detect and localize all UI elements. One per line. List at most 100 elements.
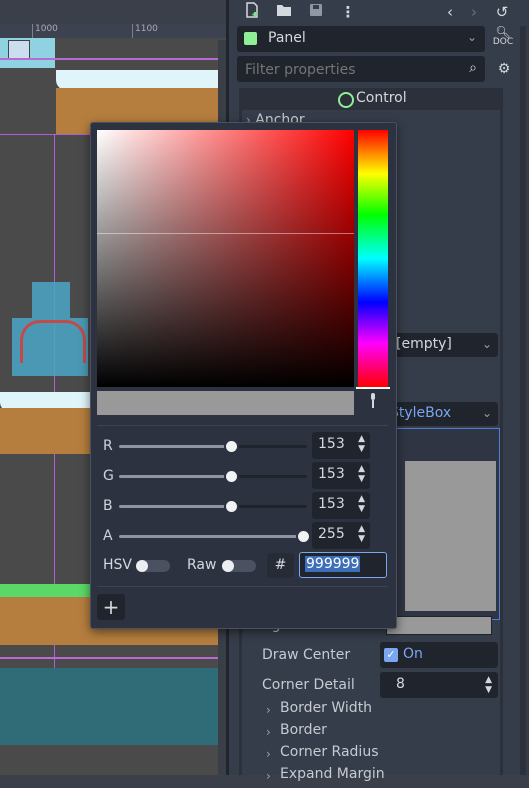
checkbox-checked-icon: ✓ xyxy=(384,648,398,662)
slider-value: 153 xyxy=(318,496,345,512)
more-vertical-icon[interactable]: ⋮ xyxy=(337,2,359,22)
slider-value: 153 xyxy=(318,466,345,482)
chevron-right-icon: › xyxy=(266,769,271,783)
hue-marker xyxy=(356,387,390,389)
slider-spinbox[interactable]: 153 ▲ ▼ xyxy=(312,432,370,459)
open-folder-icon[interactable] xyxy=(273,2,295,22)
slider-value: 153 xyxy=(318,436,345,452)
group-label: Border Width xyxy=(280,700,373,716)
panel-node-icon xyxy=(244,32,257,45)
slider-track[interactable] xyxy=(119,505,307,508)
save-icon[interactable] xyxy=(305,2,327,22)
inspector-scrollbar[interactable] xyxy=(520,26,526,775)
saturation-value-area[interactable] xyxy=(97,130,354,387)
group-border-width[interactable]: › Border Width xyxy=(258,700,494,722)
toggle-knob xyxy=(136,560,148,572)
viewport-top-area xyxy=(0,0,226,24)
add-preset-button[interactable]: + xyxy=(97,594,125,620)
chevron-down-icon: ⌄ xyxy=(466,30,477,44)
section-title: Control xyxy=(356,90,407,106)
ruler-tick xyxy=(132,24,133,38)
slider-track[interactable] xyxy=(119,445,307,448)
resource-picker-empty[interactable]: [empty] ⌄ xyxy=(390,333,498,357)
hex-input[interactable]: 999999 xyxy=(299,552,387,578)
slider-spinbox[interactable]: 255 ▲ ▼ xyxy=(312,522,370,549)
slider-fill xyxy=(119,505,232,508)
divider xyxy=(97,586,388,587)
slider-knob[interactable] xyxy=(224,439,239,454)
slider-fill xyxy=(119,445,232,448)
draw-center-label: Draw Center xyxy=(262,647,351,663)
spin-arrows-icon[interactable]: ▲ ▼ xyxy=(358,434,365,454)
raw-toggle[interactable] xyxy=(222,560,256,572)
filter-properties-input[interactable] xyxy=(243,59,457,81)
slider-knob[interactable] xyxy=(224,469,239,484)
hash-label: # xyxy=(274,557,287,573)
slider-spinbox[interactable]: 153 ▲ ▼ xyxy=(312,462,370,489)
ruler-label-1100: 1100 xyxy=(135,24,158,34)
corner-detail-spinbox[interactable]: 8 ▲ ▼ xyxy=(380,672,498,698)
spin-arrows-icon[interactable]: ▲ ▼ xyxy=(358,494,365,514)
slider-track[interactable] xyxy=(119,535,307,538)
group-label: Border xyxy=(280,722,327,738)
group-corner-radius[interactable]: › Corner Radius xyxy=(258,744,494,766)
water-area xyxy=(0,668,226,745)
bg-color-swatch[interactable] xyxy=(386,616,492,635)
stylebox-value: StyleBox xyxy=(390,405,452,421)
color-picker-popup: R 153 ▲ ▼ G 153 ▲ ▼ B 153 ▲ ▼ A 255 ▲ ▼ HSV Raw # 99999… xyxy=(90,122,397,629)
slider-value: 255 xyxy=(318,526,345,542)
section-control[interactable]: Control xyxy=(242,88,500,110)
corner-detail-label: Corner Detail xyxy=(262,677,355,693)
slider-label: G xyxy=(103,468,114,484)
draw-center-value: On xyxy=(403,646,423,662)
slider-knob[interactable] xyxy=(296,529,311,544)
spin-arrows-icon[interactable]: ▲ ▼ xyxy=(358,464,365,484)
group-expand-margin[interactable]: › Expand Margin xyxy=(258,766,494,788)
spin-arrows-icon[interactable]: ▲ ▼ xyxy=(358,524,365,544)
resource-value: [empty] xyxy=(396,336,452,352)
history-icon[interactable]: ↺ xyxy=(491,2,513,22)
hsv-toggle[interactable] xyxy=(136,560,170,572)
slider-label: R xyxy=(103,438,113,454)
slider-spinbox[interactable]: 153 ▲ ▼ xyxy=(312,492,370,519)
group-border[interactable]: › Border xyxy=(258,722,494,744)
group-label: Corner Radius xyxy=(280,744,379,760)
node-selector[interactable]: Panel ⌄ xyxy=(237,26,485,52)
slider-fill xyxy=(119,535,307,538)
control-node-icon xyxy=(338,92,354,108)
chevron-right-icon: › xyxy=(266,747,271,761)
spin-arrows-icon[interactable]: ▲ ▼ xyxy=(485,675,492,695)
divider xyxy=(97,425,388,426)
slider-track[interactable] xyxy=(119,475,307,478)
chevron-right-icon: › xyxy=(266,725,271,739)
node-icon xyxy=(8,40,30,60)
hue-slider[interactable] xyxy=(358,130,388,387)
raw-label: Raw xyxy=(187,557,217,573)
slider-row-r: R 153 ▲ ▼ xyxy=(91,431,396,459)
group-label: Expand Margin xyxy=(280,766,385,782)
draw-center-checkbox[interactable]: ✓ On xyxy=(380,642,498,668)
ruler-label-1000: 1000 xyxy=(35,24,58,34)
slider-knob[interactable] xyxy=(224,499,239,514)
property-tools-icon[interactable]: ⚙︎ xyxy=(493,58,515,80)
corner-detail-value: 8 xyxy=(396,676,405,692)
bounds-line xyxy=(0,58,226,60)
character-sprite[interactable] xyxy=(32,282,70,318)
plus-icon: + xyxy=(102,595,120,619)
history-back-icon[interactable]: ‹ xyxy=(439,2,461,22)
new-script-icon[interactable] xyxy=(241,2,263,22)
stylebox-picker[interactable]: StyleBox ⌄ xyxy=(390,402,498,426)
eyedropper-icon[interactable] xyxy=(363,393,383,413)
slider-row-b: B 153 ▲ ▼ xyxy=(91,491,396,519)
ruler-tick xyxy=(32,24,33,38)
sv-crosshair-h xyxy=(97,233,354,234)
history-forward-icon[interactable]: › xyxy=(463,2,485,22)
filter-properties[interactable]: ⌕ xyxy=(237,56,485,82)
chevron-right-icon: › xyxy=(266,703,271,717)
stylebox-preview xyxy=(405,461,496,611)
node-selector-label: Panel xyxy=(268,30,306,46)
hash-button[interactable]: # xyxy=(267,553,294,578)
color-preview xyxy=(97,391,354,415)
doc-help-button[interactable]: 🔍︎ DOC xyxy=(491,26,515,51)
rgba-sliders: R 153 ▲ ▼ G 153 ▲ ▼ B 153 ▲ ▼ A 255 ▲ ▼ xyxy=(91,431,396,555)
